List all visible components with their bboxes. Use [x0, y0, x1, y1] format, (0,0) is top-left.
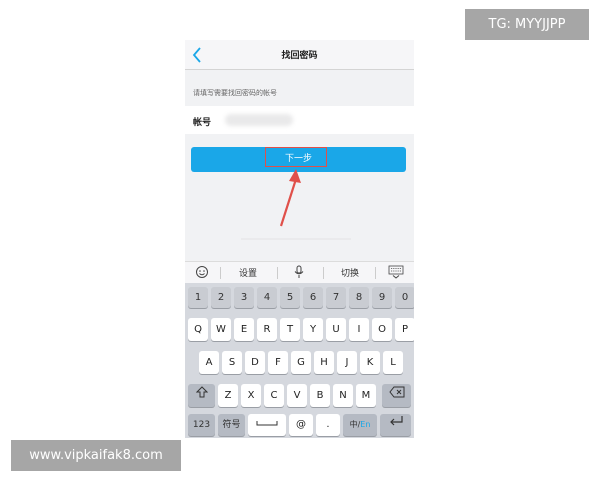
toolbar-separator	[323, 267, 324, 279]
space-icon[interactable]	[248, 414, 286, 436]
key-n[interactable]: N	[333, 384, 353, 407]
key-0[interactable]: 0	[395, 287, 414, 308]
language-zh-label: 中/	[349, 420, 361, 429]
key-dot[interactable]: .	[316, 414, 340, 436]
key-s[interactable]: S	[222, 351, 242, 374]
key-6[interactable]: 6	[303, 287, 323, 308]
key-8[interactable]: 8	[349, 287, 369, 308]
faint-divider	[241, 238, 351, 240]
tg-watermark: TG: MYYJJPP	[465, 9, 589, 40]
key-m[interactable]: M	[356, 384, 376, 407]
site-watermark: www.vipkaifak8.com	[11, 440, 181, 471]
key-o[interactable]: O	[372, 318, 392, 341]
language-switch-key[interactable]: 中/En	[343, 414, 377, 436]
key-w[interactable]: W	[211, 318, 231, 341]
emoji-icon[interactable]	[195, 265, 209, 282]
key-v[interactable]: V	[287, 384, 307, 407]
keyboard: 1 2 3 4 5 6 7 8 9 0 Q W E R T Y U I O P A S D F G H J K L Z X C V B N M 123 符…	[185, 283, 414, 438]
key-u[interactable]: U	[326, 318, 346, 341]
toolbar-separator	[375, 267, 376, 279]
key-d[interactable]: D	[245, 351, 265, 374]
keyboard-toolbar: 设置 切换	[185, 261, 414, 283]
toolbar-separator	[277, 267, 278, 279]
key-5[interactable]: 5	[280, 287, 300, 308]
key-h[interactable]: H	[314, 351, 334, 374]
key-r[interactable]: R	[257, 318, 277, 341]
key-123[interactable]: 123	[188, 414, 215, 436]
key-symbol[interactable]: 符号	[218, 414, 245, 436]
key-7[interactable]: 7	[326, 287, 346, 308]
keyboard-collapse-icon[interactable]	[388, 265, 404, 282]
return-icon[interactable]	[380, 414, 411, 436]
screenshot-stage: TG: MYYJJPP www.vipkaifak8.com 找回密码 请填写需…	[0, 0, 600, 480]
key-2[interactable]: 2	[211, 287, 231, 308]
key-z[interactable]: Z	[218, 384, 238, 407]
backspace-icon[interactable]	[382, 384, 411, 407]
key-j[interactable]: J	[337, 351, 357, 374]
key-at[interactable]: @	[289, 414, 313, 436]
toolbar-separator	[220, 267, 221, 279]
key-q[interactable]: Q	[188, 318, 208, 341]
key-1[interactable]: 1	[188, 287, 208, 308]
key-x[interactable]: X	[241, 384, 261, 407]
switch-button[interactable]: 切换	[338, 266, 362, 279]
key-c[interactable]: C	[264, 384, 284, 407]
microphone-icon[interactable]	[293, 265, 305, 282]
key-e[interactable]: E	[234, 318, 254, 341]
key-4[interactable]: 4	[257, 287, 277, 308]
red-arrow-icon	[279, 169, 301, 227]
key-9[interactable]: 9	[372, 287, 392, 308]
key-p[interactable]: P	[395, 318, 414, 341]
key-t[interactable]: T	[280, 318, 300, 341]
key-f[interactable]: F	[268, 351, 288, 374]
key-g[interactable]: G	[291, 351, 311, 374]
key-i[interactable]: I	[349, 318, 369, 341]
key-l[interactable]: L	[383, 351, 403, 374]
key-3[interactable]: 3	[234, 287, 254, 308]
key-y[interactable]: Y	[303, 318, 323, 341]
key-k[interactable]: K	[360, 351, 380, 374]
key-b[interactable]: B	[310, 384, 330, 407]
language-en-label: En	[360, 420, 371, 429]
settings-button[interactable]: 设置	[236, 266, 260, 279]
phone-screen: 找回密码 请填写需要找回密码的帐号 帐号 下一步 设置 切换 1 2 3 4 5…	[185, 40, 414, 438]
shift-icon[interactable]	[188, 384, 215, 407]
key-a[interactable]: A	[199, 351, 219, 374]
